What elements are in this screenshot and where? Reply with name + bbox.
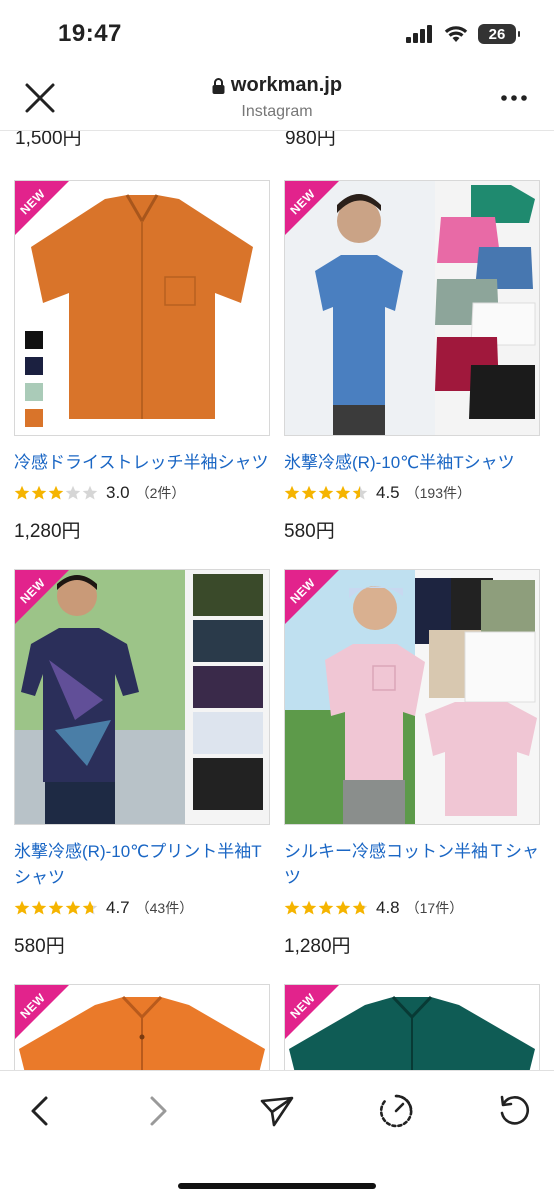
product-title[interactable]: 氷撃冷感(R)-10℃プリント半袖Tシャツ	[14, 839, 270, 891]
product-image[interactable]: NEW	[284, 984, 540, 1070]
star-icon	[352, 485, 368, 500]
product-price: 1,280円	[14, 521, 81, 542]
star-icon	[31, 900, 47, 915]
share-icon	[260, 1096, 294, 1127]
product-title[interactable]: 冷感ドライストレッチ半袖シャツ	[14, 450, 270, 476]
product-card[interactable]: NEW シルキー冷感コットン半袖Ｔシャツ 4.8 （17件） 1,280円	[284, 569, 540, 958]
product-rating: 3.0 （2件）	[14, 482, 270, 504]
source-label: Instagram	[241, 102, 313, 120]
star-icon	[14, 900, 30, 915]
review-count: （43件）	[135, 900, 194, 916]
status-bar: 19:47 26	[0, 0, 554, 70]
star-icon	[284, 485, 300, 500]
rating-score: 3.0	[106, 483, 130, 502]
product-price: 1,280円	[284, 936, 351, 957]
price-label: 980円	[285, 131, 336, 149]
signal-icon	[406, 25, 432, 43]
star-icon	[31, 485, 47, 500]
product-card[interactable]: NEW 氷撃冷感(R)-10℃プリント半袖Tシャツ 4.7 （43件） 580円	[14, 569, 270, 958]
lock-icon	[212, 77, 225, 94]
rating-score: 4.5	[376, 483, 400, 502]
product-image[interactable]: NEW	[14, 180, 270, 436]
url-block[interactable]: workman.jp Instagram	[0, 74, 554, 121]
star-icon	[318, 900, 334, 915]
product-card[interactable]: NEW	[284, 984, 540, 1070]
review-count: （193件）	[405, 485, 471, 501]
star-icon	[48, 485, 64, 500]
wifi-icon	[444, 26, 468, 42]
bottom-toolbar	[0, 1070, 554, 1200]
star-icon	[82, 900, 98, 915]
star-icon	[14, 485, 30, 500]
product-list[interactable]: 1,500円 980円 NEW 冷感ドライストレッチ半袖シャツ 3.0 （2件）	[0, 131, 554, 1070]
star-icon	[335, 900, 351, 915]
star-icon	[318, 485, 334, 500]
star-icon	[48, 900, 64, 915]
product-title[interactable]: シルキー冷感コットン半袖Ｔシャツ	[284, 839, 540, 891]
forward-button[interactable]	[138, 1091, 178, 1131]
product-title[interactable]: 氷撃冷感(R)-10℃半袖Tシャツ	[284, 450, 540, 476]
product-image[interactable]: NEW	[284, 180, 540, 436]
product-rating: 4.7 （43件）	[14, 897, 270, 919]
price-label: 1,500円	[15, 131, 82, 149]
review-count: （2件）	[135, 485, 186, 501]
product-rating: 4.8 （17件）	[284, 897, 540, 919]
home-indicator	[178, 1183, 376, 1189]
star-icon	[65, 485, 81, 500]
back-icon	[31, 1096, 48, 1126]
product-rating: 4.5 （193件）	[284, 482, 540, 504]
star-icon	[82, 485, 98, 500]
star-icon	[284, 900, 300, 915]
star-icon	[65, 900, 81, 915]
url-text: workman.jp	[230, 74, 343, 96]
rating-score: 4.7	[106, 898, 130, 917]
star-icon	[301, 900, 317, 915]
rating-stars	[14, 900, 98, 916]
more-icon[interactable]	[500, 86, 528, 110]
review-count: （17件）	[405, 900, 464, 916]
status-time: 19:47	[58, 20, 122, 47]
product-card[interactable]: NEW 氷撃冷感(R)-10℃半袖Tシャツ 4.5 （193件） 580円	[284, 180, 540, 543]
browser-header: workman.jp Instagram	[0, 70, 554, 131]
previous-row-prices: 1,500円 980円	[0, 131, 554, 149]
reload-icon	[500, 1095, 530, 1125]
product-image[interactable]: NEW	[14, 984, 270, 1070]
star-icon	[335, 485, 351, 500]
product-image[interactable]: NEW	[14, 569, 270, 825]
status-icons: 26	[406, 24, 520, 44]
product-card[interactable]: NEW 冷感ドライストレッチ半袖シャツ 3.0 （2件） 1,280円	[14, 180, 270, 543]
reload-button[interactable]	[494, 1091, 534, 1131]
rating-stars	[14, 485, 98, 501]
rating-stars	[284, 900, 368, 916]
battery-icon: 26	[478, 24, 520, 44]
product-card[interactable]: NEW	[14, 984, 270, 1070]
back-button[interactable]	[20, 1091, 60, 1131]
share-button[interactable]	[257, 1091, 297, 1131]
forward-icon	[150, 1096, 167, 1126]
product-price: 580円	[284, 521, 335, 542]
rating-score: 4.8	[376, 898, 400, 917]
rating-stars	[284, 485, 368, 501]
product-image[interactable]: NEW	[284, 569, 540, 825]
star-icon	[301, 485, 317, 500]
star-icon	[352, 900, 368, 915]
speed-button[interactable]	[376, 1091, 416, 1131]
speed-icon	[379, 1094, 413, 1128]
product-price: 580円	[14, 936, 65, 957]
url-line: workman.jp	[212, 74, 342, 97]
